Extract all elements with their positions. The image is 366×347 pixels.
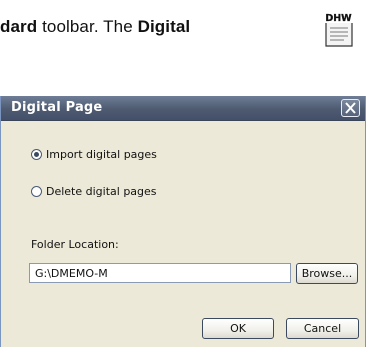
dhw-file-icon: DHW xyxy=(324,11,353,47)
doc-bold-digital: Digital xyxy=(137,17,191,36)
ok-button[interactable]: OK xyxy=(202,318,274,339)
doc-bold-fragment: dard xyxy=(0,17,38,36)
import-radio[interactable] xyxy=(31,148,42,160)
import-option-label: Import digital pages xyxy=(46,147,157,161)
delete-option[interactable]: Delete digital pages xyxy=(31,184,157,198)
folder-location-label: Folder Location: xyxy=(31,238,119,251)
close-button[interactable] xyxy=(341,99,360,117)
delete-option-label: Delete digital pages xyxy=(46,184,157,198)
browse-button[interactable]: Browse... xyxy=(296,263,358,284)
folder-location-input[interactable] xyxy=(29,263,291,283)
import-option[interactable]: Import digital pages xyxy=(31,147,157,161)
dhw-icon-label: DHW xyxy=(325,13,352,24)
doc-text-fragment: toolbar. The xyxy=(37,17,138,36)
dialog-titlebar: Digital Page xyxy=(1,96,365,121)
digital-page-dialog: Digital Page Import digital pages Delete… xyxy=(0,96,366,347)
delete-radio[interactable] xyxy=(31,185,42,197)
cancel-button[interactable]: Cancel xyxy=(286,318,359,339)
close-icon xyxy=(345,102,356,114)
document-text-line: dard toolbar. The Digital xyxy=(0,17,300,37)
dialog-title: Digital Page xyxy=(11,100,103,115)
